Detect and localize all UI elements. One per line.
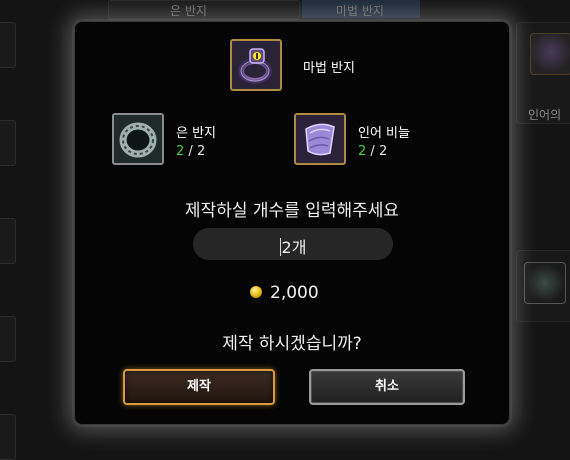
material-have-count: 2: [176, 144, 185, 159]
result-item-name: 마법 반지: [303, 61, 355, 76]
material-slot: [294, 113, 346, 165]
background-tab-label: 은 반지: [170, 4, 207, 18]
background-tab-label: 마법 반지: [336, 4, 384, 18]
silver-ring-icon: [114, 115, 162, 163]
mermaid-scale-icon: [296, 115, 344, 163]
magic-ring-icon: [530, 33, 570, 75]
material-need-count: 2: [196, 144, 206, 159]
material-name: 인어 비늘: [358, 126, 410, 141]
material-name: 은 반지: [176, 126, 217, 141]
craft-button[interactable]: 제작: [123, 369, 275, 405]
material-count-separator: /: [188, 144, 193, 159]
quantity-prompt: 제작하실 개수를 입력해주세요: [184, 201, 400, 221]
material-need-count: 2: [378, 144, 388, 159]
background-slot: [0, 120, 16, 166]
quantity-input[interactable]: 2개: [193, 228, 393, 260]
gold-coin-icon: [250, 286, 262, 298]
material-count: 2 / 2: [358, 144, 387, 159]
silver-ring-icon: [524, 262, 566, 304]
background-slot: [0, 218, 16, 264]
material-have-count: 2: [358, 144, 367, 159]
material-count-separator: /: [370, 144, 375, 159]
background-item-label: 인어의: [528, 108, 562, 122]
craft-cost: 2,000: [270, 283, 319, 303]
material-count: 2 / 2: [176, 144, 205, 159]
background-slot: [0, 316, 16, 362]
material-slot: [112, 113, 164, 165]
cancel-button[interactable]: 취소: [309, 369, 465, 405]
result-item-slot: [230, 39, 282, 91]
background-slot: [0, 22, 16, 68]
text-caret: [279, 238, 281, 256]
craft-dialog: 마법 반지 은 반지 2 / 2 인어 비늘 2 / 2 제작하실 개수를 입력…: [74, 21, 510, 425]
magic-ring-icon: [232, 41, 280, 89]
background-slot: [0, 414, 16, 460]
confirm-question: 제작 하시겠습니까?: [222, 334, 362, 354]
quantity-value: 2개: [281, 238, 307, 257]
